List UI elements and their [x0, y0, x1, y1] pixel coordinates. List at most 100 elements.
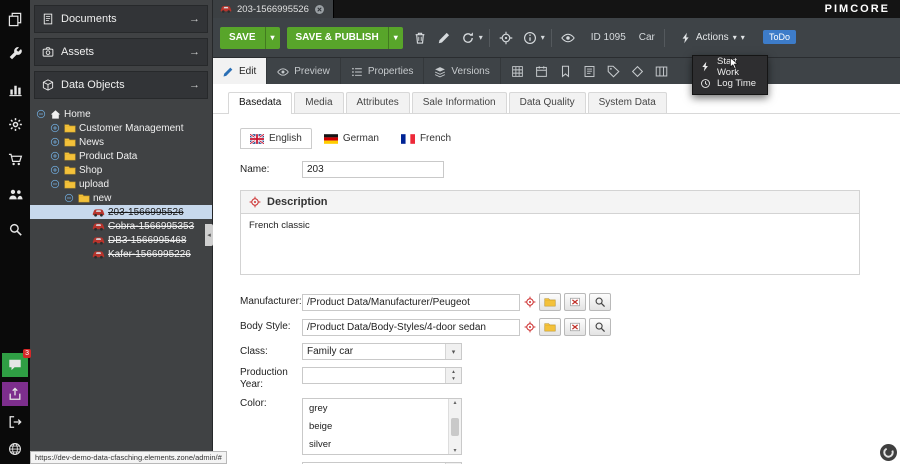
delete-button[interactable]: [410, 28, 430, 48]
manufacturer-remove-button[interactable]: [564, 293, 586, 311]
language-tab-english[interactable]: English: [240, 128, 312, 149]
body-style-remove-button[interactable]: [564, 318, 586, 336]
scroll-down-icon[interactable]: ▾: [453, 447, 456, 454]
body-style-target-icon[interactable]: [524, 321, 536, 333]
leftbar-language-button[interactable]: [3, 438, 27, 460]
plus-expander-icon[interactable]: [50, 137, 61, 147]
save-button[interactable]: SAVE ▾: [220, 27, 280, 49]
color-option-grey[interactable]: grey: [303, 399, 461, 417]
tab-versions[interactable]: Versions: [424, 58, 500, 85]
content-tab-data-quality[interactable]: Data Quality: [509, 92, 586, 113]
tree-item-db3-1566995468[interactable]: DB3-1566995468: [30, 233, 212, 247]
description-value[interactable]: French classic: [241, 214, 859, 274]
bookmark-button[interactable]: [555, 61, 577, 83]
manufacturer-search-button[interactable]: [589, 293, 611, 311]
open-preview-button[interactable]: [558, 28, 578, 48]
tree-item-customer-management[interactable]: Customer Management: [30, 121, 212, 135]
chevron-down-icon[interactable]: ▾: [445, 344, 461, 359]
color-option-beige[interactable]: beige: [303, 417, 461, 435]
close-tab-icon[interactable]: [314, 4, 325, 15]
scroll-thumb[interactable]: [451, 418, 459, 436]
tree-item-home[interactable]: Home: [30, 107, 212, 121]
scroll-up-icon[interactable]: ▴: [453, 399, 456, 406]
tree-item-new[interactable]: new: [30, 191, 212, 205]
plus-expander-icon[interactable]: [50, 123, 61, 133]
leftbar-tools-button[interactable]: [3, 43, 27, 65]
leftbar-quick-files-button[interactable]: [3, 8, 27, 30]
tags-button[interactable]: [603, 61, 625, 83]
name-input[interactable]: [302, 161, 444, 178]
minus-expander-icon[interactable]: [50, 179, 61, 189]
save-publish-label: SAVE & PUBLISH: [287, 32, 388, 43]
color-scrollbar[interactable]: ▴ ▾: [448, 399, 461, 454]
content-tab-attributes[interactable]: Attributes: [346, 92, 410, 113]
leftbar-settings-button[interactable]: [3, 113, 27, 135]
save-dropdown-caret[interactable]: ▾: [265, 27, 280, 49]
content-tab-basedata[interactable]: Basedata: [228, 92, 292, 114]
content-tab-system-data[interactable]: System Data: [588, 92, 667, 113]
minus-expander-icon[interactable]: [64, 193, 75, 203]
body-style-input[interactable]: [302, 319, 520, 336]
content-tab-sale-information[interactable]: Sale Information: [412, 92, 507, 113]
tab-edit[interactable]: Edit: [212, 58, 267, 85]
dependencies-button[interactable]: [627, 61, 649, 83]
pimcore-corner-badge[interactable]: [880, 444, 897, 461]
tab-properties[interactable]: Properties: [341, 58, 425, 85]
production-year-spinner[interactable]: ▴▾: [302, 367, 462, 384]
tree-item-product-data[interactable]: Product Data: [30, 149, 212, 163]
reload-dropdown-caret[interactable]: ▾: [479, 33, 483, 42]
color-listbox[interactable]: greybeigesilver ▴ ▾: [302, 398, 462, 455]
description-language-target-icon[interactable]: [249, 196, 261, 208]
actions-button[interactable]: Actions ▾ ▾: [680, 32, 745, 44]
manufacturer-target-icon[interactable]: [524, 296, 536, 308]
schedule-button[interactable]: [507, 61, 529, 83]
notes-events-button[interactable]: [579, 61, 601, 83]
leftbar-customers-button[interactable]: [3, 183, 27, 205]
tab-preview[interactable]: Preview: [267, 58, 341, 85]
calendar-button[interactable]: [531, 61, 553, 83]
leftbar-reports-button[interactable]: [3, 78, 27, 100]
content-tab-media[interactable]: Media: [294, 92, 343, 113]
actions-split-caret-icon[interactable]: ▾: [741, 33, 745, 42]
sidebar-panel-documents[interactable]: Documents→: [34, 5, 208, 33]
manufacturer-input[interactable]: [302, 294, 520, 311]
spinner-arrows[interactable]: ▴▾: [445, 368, 461, 383]
class-select[interactable]: Family car ▾: [302, 343, 462, 360]
save-publish-button[interactable]: SAVE & PUBLISH ▾: [287, 27, 403, 49]
todo-badge[interactable]: ToDo: [763, 30, 796, 44]
color-option-silver[interactable]: silver: [303, 435, 461, 453]
sidebar-collapse-handle[interactable]: ◂: [205, 224, 213, 246]
plus-expander-icon[interactable]: [50, 165, 61, 175]
open-object-tab[interactable]: 203-1566995526: [212, 0, 334, 18]
custom-layout-button[interactable]: [651, 61, 673, 83]
body-style-search-button[interactable]: [589, 318, 611, 336]
language-tab-german[interactable]: German: [314, 128, 389, 149]
tree-item-upload[interactable]: upload: [30, 177, 212, 191]
tree-item-kafer-1566995226[interactable]: Kafer-1566995226: [30, 247, 212, 261]
rename-button[interactable]: [434, 28, 454, 48]
menu-item-start-work[interactable]: Start Work: [693, 58, 767, 75]
leftbar-share-button[interactable]: [2, 382, 28, 406]
leftbar-notifications-button[interactable]: 3: [2, 353, 28, 377]
menu-item-log-time[interactable]: Log Time: [693, 75, 767, 92]
tree-item-shop[interactable]: Shop: [30, 163, 212, 177]
plus-expander-icon[interactable]: [50, 151, 61, 161]
reload-button[interactable]: [458, 28, 478, 48]
menu-item-label: Start Work: [717, 56, 760, 78]
tree-item-news[interactable]: News: [30, 135, 212, 149]
language-tab-french[interactable]: French: [391, 128, 461, 149]
tree-item-cobra-1566995353[interactable]: Cobra-1566995353: [30, 219, 212, 233]
locate-in-tree-button[interactable]: [496, 28, 516, 48]
leftbar-search-button[interactable]: [3, 218, 27, 240]
sidebar-panel-data-objects[interactable]: Data Objects→: [34, 71, 208, 99]
minus-expander-icon[interactable]: [36, 109, 47, 119]
information-dropdown-caret[interactable]: ▾: [541, 33, 545, 42]
manufacturer-open-button[interactable]: [539, 293, 561, 311]
save-publish-dropdown-caret[interactable]: ▾: [388, 27, 403, 49]
information-button[interactable]: [520, 28, 540, 48]
body-style-open-button[interactable]: [539, 318, 561, 336]
sidebar-panel-assets[interactable]: Assets→: [34, 38, 208, 66]
leftbar-logout-button[interactable]: [3, 411, 27, 433]
leftbar-ecommerce-button[interactable]: [3, 148, 27, 170]
tree-item-203-1566995526[interactable]: 203-1566995526: [30, 205, 212, 219]
